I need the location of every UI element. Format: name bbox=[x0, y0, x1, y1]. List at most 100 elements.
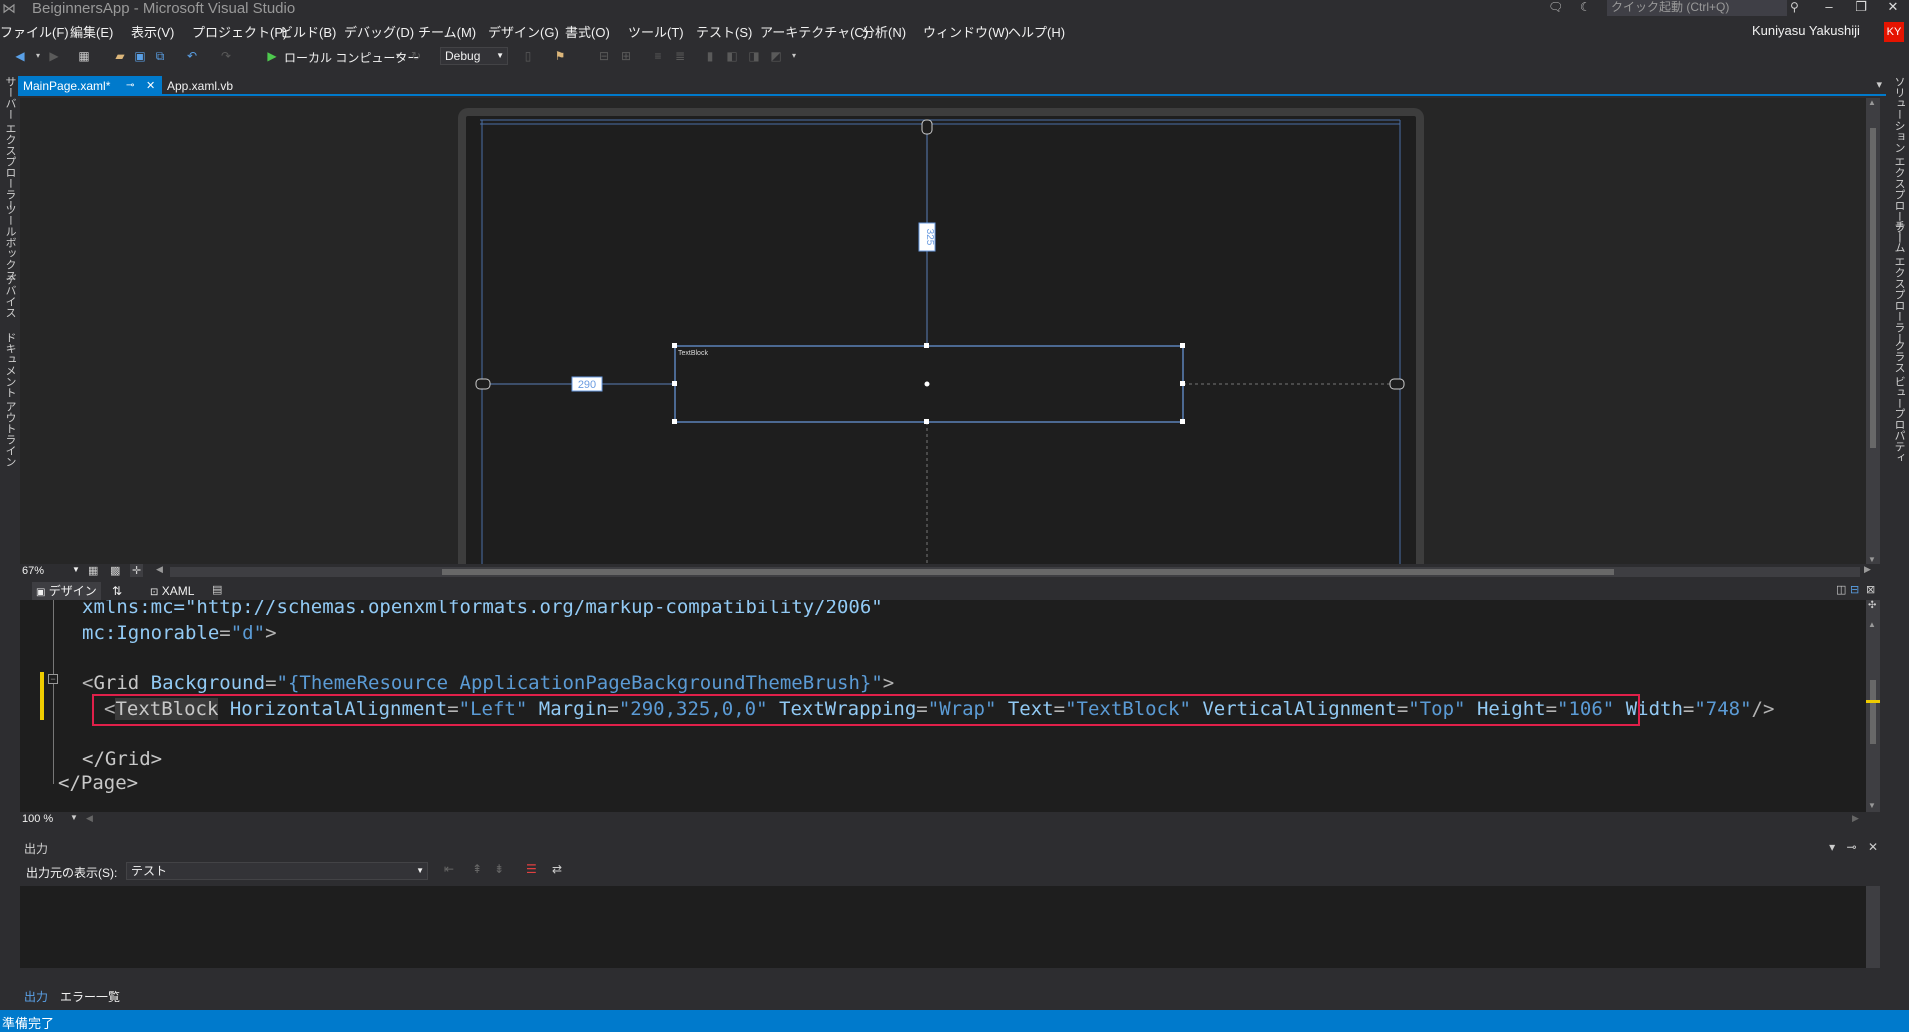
align-right-icon[interactable]: ⊞ bbox=[618, 48, 634, 64]
horizontal-split-icon[interactable]: ⊟ bbox=[1850, 583, 1859, 596]
refresh-icon[interactable]: ↻ bbox=[408, 48, 424, 64]
toggle-word-wrap-icon[interactable]: ⇄ bbox=[552, 862, 562, 876]
tab-team-explorer[interactable]: チーム エクスプローラー bbox=[1891, 220, 1907, 344]
swap-panes-button[interactable]: ⇅ bbox=[112, 582, 122, 600]
toggle-pane-icon[interactable]: ⊠ bbox=[1866, 583, 1875, 596]
tab-toolbox[interactable]: ツールボックス bbox=[2, 204, 18, 281]
collapse-pane-icon[interactable]: ▤ bbox=[212, 583, 222, 596]
menu-debug[interactable]: デバッグ(D) bbox=[344, 22, 414, 41]
quick-launch-input[interactable]: クイック起動 (Ctrl+Q) bbox=[1607, 0, 1787, 16]
tab-document-outline[interactable]: ドキュメント アウトライン bbox=[2, 332, 18, 467]
close-icon[interactable]: ✕ bbox=[1868, 840, 1878, 854]
vertical-split-icon[interactable]: ◫ bbox=[1836, 583, 1846, 596]
open-file-icon[interactable]: ▰ bbox=[112, 48, 128, 64]
navigate-back-icon[interactable]: ◀ bbox=[12, 48, 28, 64]
menu-view[interactable]: 表示(V) bbox=[131, 22, 174, 41]
snap-grid-icon[interactable]: ▩ bbox=[110, 564, 120, 577]
close-icon[interactable]: ✕ bbox=[146, 76, 155, 96]
scrollbar-thumb[interactable] bbox=[1870, 128, 1876, 448]
redo-icon[interactable]: ↷ bbox=[218, 48, 234, 64]
chevron-down-icon[interactable]: ▾ bbox=[1876, 78, 1882, 91]
scroll-up-icon[interactable]: ▲ bbox=[1868, 98, 1876, 107]
designer-zoom-select[interactable]: 67% ▼ bbox=[22, 565, 82, 579]
snap-lines-icon[interactable]: ✛ bbox=[130, 564, 144, 577]
scroll-down-icon[interactable]: ▼ bbox=[1868, 555, 1876, 564]
menu-window[interactable]: ウィンドウ(W) bbox=[923, 22, 1009, 41]
chevron-down-icon[interactable]: ▾ bbox=[390, 48, 406, 64]
minimize-button[interactable]: – bbox=[1814, 0, 1844, 16]
collapse-region-icon[interactable]: − bbox=[48, 674, 58, 684]
tab-properties[interactable]: プロパティ bbox=[1891, 408, 1907, 463]
scrollbar-thumb[interactable] bbox=[442, 569, 1614, 575]
tab-server-explorer[interactable]: サーバー エクスプローラー bbox=[2, 76, 18, 211]
xaml-code-editor[interactable]: − xmlns:mc="http://schemas.openxmlformat… bbox=[20, 600, 1866, 812]
tab-class-view[interactable]: クラス ビュー bbox=[1891, 340, 1907, 409]
output-source-select[interactable]: テスト ▼ bbox=[126, 862, 428, 880]
tab-solution-explorer[interactable]: ソリューション エクスプローラー bbox=[1891, 76, 1907, 244]
configuration-select[interactable]: Debug ▼ bbox=[440, 47, 508, 65]
split-editor-icon[interactable]: ✣ bbox=[1868, 600, 1876, 611]
scroll-left-icon[interactable]: ◀ bbox=[156, 564, 163, 575]
notification-icon[interactable]: 🗨 bbox=[1548, 0, 1564, 16]
chevron-down-icon[interactable]: ▾ bbox=[30, 48, 46, 64]
chevron-down-icon[interactable]: ▼ bbox=[70, 813, 78, 822]
goto-location-icon[interactable]: ⇤ bbox=[444, 862, 454, 876]
tab-output[interactable]: 出力 bbox=[24, 988, 48, 1005]
menu-project[interactable]: プロジェクト(P) bbox=[192, 22, 287, 41]
start-debugging-icon[interactable]: ▶ bbox=[264, 48, 280, 64]
user-name[interactable]: Kuniyasu Yakushiji bbox=[1752, 23, 1860, 38]
navigate-forward-icon[interactable]: ▶ bbox=[46, 48, 62, 64]
scroll-down-icon[interactable]: ▼ bbox=[1868, 801, 1876, 810]
menu-design[interactable]: デザイン(G) bbox=[488, 22, 559, 41]
attach-icon[interactable]: ▯ bbox=[520, 48, 536, 64]
menu-format[interactable]: 書式(O) bbox=[565, 22, 610, 41]
menu-help[interactable]: ヘルプ(H) bbox=[1008, 22, 1065, 41]
tab-mainpage-xaml[interactable]: MainPage.xaml* ⊸ ✕ bbox=[18, 76, 162, 96]
designer-vertical-scrollbar[interactable]: ▲ ▼ bbox=[1866, 98, 1880, 564]
design-canvas[interactable]: 325 290 TextBlock bbox=[20, 98, 1866, 564]
grid-toggle-icon[interactable]: ▦ bbox=[88, 564, 98, 577]
align-left-icon[interactable]: ⊟ bbox=[596, 48, 612, 64]
close-window-button[interactable]: ✕ bbox=[1878, 0, 1908, 16]
scroll-right-icon[interactable]: ▶ bbox=[1864, 564, 1871, 575]
editor-zoom-select[interactable]: 100 % bbox=[22, 813, 53, 825]
bookmark-icon[interactable]: ▮ bbox=[702, 48, 718, 64]
tab-app-xaml-vb[interactable]: App.xaml.vb bbox=[162, 76, 262, 96]
tab-error-list[interactable]: エラー一覧 bbox=[60, 988, 120, 1005]
chevron-down-icon[interactable]: ▾ bbox=[1829, 840, 1835, 854]
designer-horizontal-scrollbar[interactable] bbox=[170, 567, 1860, 577]
avatar[interactable]: KY bbox=[1884, 22, 1904, 42]
undo-icon[interactable]: ↶ bbox=[184, 48, 200, 64]
restore-button[interactable]: ❐ bbox=[1846, 0, 1876, 16]
xaml-designer-surface[interactable]: 325 290 TextBlock bbox=[20, 98, 1866, 564]
pin-icon[interactable]: ⊸ bbox=[1847, 840, 1857, 854]
tab-xaml[interactable]: ⊡ XAML bbox=[150, 582, 194, 600]
search-icon[interactable]: ⚲ bbox=[1790, 0, 1804, 16]
scroll-up-icon[interactable]: ▲ bbox=[1868, 620, 1876, 629]
scroll-left-icon[interactable]: ◀ bbox=[86, 813, 93, 824]
editor-vertical-scrollbar[interactable]: ✣ ▲ ▼ bbox=[1866, 600, 1880, 812]
prev-bookmark-icon[interactable]: ◧ bbox=[724, 48, 740, 64]
clear-bookmarks-icon[interactable]: ◩ bbox=[768, 48, 784, 64]
feedback-icon[interactable]: ☾ bbox=[1580, 0, 1596, 16]
toolbar-options-icon[interactable]: ▾ bbox=[786, 48, 802, 64]
menu-analyze[interactable]: 分析(N) bbox=[862, 22, 906, 41]
uncomment-icon[interactable]: ≣ bbox=[672, 48, 688, 64]
menu-build[interactable]: ビルド(B) bbox=[280, 22, 336, 41]
menu-edit[interactable]: 編集(E) bbox=[70, 22, 113, 41]
scroll-right-icon[interactable]: ▶ bbox=[1852, 813, 1859, 824]
menu-tools[interactable]: ツール(T) bbox=[628, 22, 684, 41]
find-in-files-icon[interactable]: ⚑ bbox=[552, 48, 568, 64]
scrollbar-thumb[interactable] bbox=[1870, 680, 1876, 744]
menu-test[interactable]: テスト(S) bbox=[696, 22, 752, 41]
next-bookmark-icon[interactable]: ◨ bbox=[746, 48, 762, 64]
menu-team[interactable]: チーム(M) bbox=[418, 22, 476, 41]
save-icon[interactable]: ▣ bbox=[132, 48, 148, 64]
previous-message-icon[interactable]: ⇞ bbox=[472, 862, 482, 876]
tab-design[interactable]: ▣ デザイン bbox=[32, 582, 101, 600]
menu-file[interactable]: ファイル(F) bbox=[0, 22, 69, 41]
tab-devices[interactable]: デバイス bbox=[2, 274, 18, 318]
pin-icon[interactable]: ⊸ bbox=[126, 76, 134, 96]
output-text-area[interactable] bbox=[20, 886, 1880, 968]
new-project-icon[interactable]: ▦ bbox=[76, 48, 92, 64]
